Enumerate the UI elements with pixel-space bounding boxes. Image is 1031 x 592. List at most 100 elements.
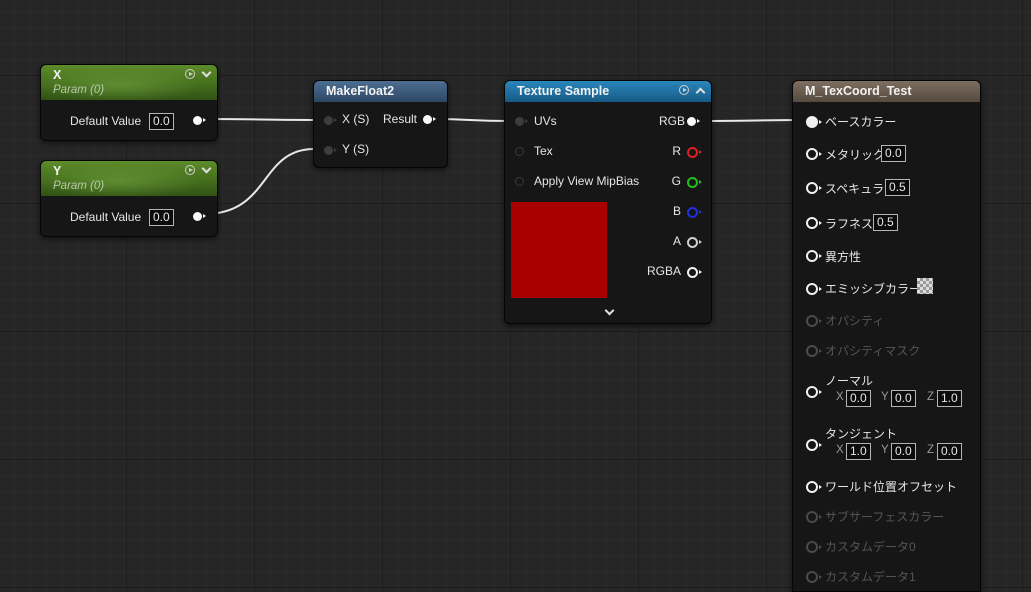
tex-label: Tex	[534, 144, 553, 158]
tangent-label: タンジェント	[825, 427, 898, 441]
normal-label: ノーマル	[825, 374, 874, 388]
tangent-x-label: X	[836, 444, 844, 456]
opacity-label: オパシティ	[825, 314, 885, 328]
input-x-label: X (S)	[342, 112, 370, 126]
rgb-pin[interactable]	[687, 117, 700, 126]
param-y-title: Y	[53, 164, 62, 178]
uvs-label: UVs	[534, 114, 557, 128]
base-color-label: ベースカラー	[825, 115, 897, 129]
a-pin[interactable]	[687, 237, 702, 248]
makefloat2-title: MakeFloat2	[326, 84, 395, 98]
wire-y-to-makefloat	[204, 148, 315, 215]
tangent-y-field[interactable]: 0.0	[891, 443, 916, 460]
output-pin[interactable]	[193, 116, 206, 125]
anisotropy-pin[interactable]	[806, 250, 822, 262]
tangent-y-label: Y	[881, 444, 889, 456]
rgb-label: RGB	[658, 114, 685, 128]
default-value-label: Default Value	[70, 114, 142, 128]
wpo-pin[interactable]	[806, 481, 822, 493]
custom0-pin[interactable]	[806, 541, 822, 553]
specular-field[interactable]: 0.5	[885, 179, 910, 196]
material-title: M_TexCoord_Test	[805, 84, 912, 98]
roughness-pin[interactable]	[806, 217, 822, 229]
default-value-field[interactable]: 0.0	[149, 209, 174, 226]
metallic-field[interactable]: 0.0	[881, 145, 906, 162]
rgba-pin[interactable]	[687, 267, 702, 278]
texture-sample-title: Texture Sample	[517, 84, 610, 98]
subsurface-label: サブサーフェスカラー	[825, 510, 945, 524]
param-x-title: X	[53, 68, 62, 82]
input-pin-y[interactable]	[324, 146, 337, 155]
param-y-header[interactable]: Y Param (0)	[41, 161, 217, 196]
param-y-node[interactable]: Y Param (0) Default Value 0.0	[40, 160, 218, 237]
output-pin[interactable]	[193, 212, 206, 221]
metallic-label: メタリック	[825, 148, 886, 162]
input-pin-x[interactable]	[324, 116, 337, 125]
chevron-down-icon[interactable]	[604, 307, 614, 317]
normal-x-label: X	[836, 391, 844, 403]
makefloat2-node[interactable]: MakeFloat2 X (S) Result Y (S)	[313, 80, 448, 168]
anisotropy-label: 異方性	[825, 250, 862, 264]
preview-icon[interactable]	[679, 85, 689, 95]
opacity-mask-pin[interactable]	[806, 345, 822, 357]
normal-y-label: Y	[881, 391, 889, 403]
result-pin[interactable]	[423, 115, 436, 124]
chevron-up-icon[interactable]	[695, 85, 705, 95]
default-value-field[interactable]: 0.0	[149, 113, 174, 130]
specular-label: スペキュラ	[825, 182, 885, 196]
tangent-pin[interactable]	[806, 439, 822, 451]
mipbias-pin[interactable]	[515, 177, 524, 186]
custom1-pin[interactable]	[806, 571, 822, 583]
r-pin[interactable]	[687, 147, 702, 158]
normal-x-field[interactable]: 0.0	[846, 390, 871, 407]
b-pin[interactable]	[687, 207, 702, 218]
uvs-pin[interactable]	[515, 117, 528, 126]
custom0-label: カスタムデータ0	[825, 540, 916, 554]
base-color-pin[interactable]	[806, 116, 822, 128]
a-label: A	[672, 234, 681, 248]
material-node[interactable]: M_TexCoord_Test ベースカラー メタリック 0.0 スペキュラ 0…	[792, 80, 981, 592]
opacity-pin[interactable]	[806, 315, 822, 327]
makefloat2-header[interactable]: MakeFloat2	[314, 81, 447, 102]
wpo-label: ワールド位置オフセット	[825, 480, 958, 494]
material-header[interactable]: M_TexCoord_Test	[793, 81, 980, 102]
wire-x-to-makefloat	[204, 118, 315, 121]
param-x-subtitle: Param (0)	[53, 84, 105, 96]
preview-icon[interactable]	[185, 69, 195, 79]
normal-z-label: Z	[927, 391, 935, 403]
normal-z-field[interactable]: 1.0	[937, 390, 962, 407]
metallic-pin[interactable]	[806, 148, 822, 160]
specular-pin[interactable]	[806, 182, 822, 194]
tangent-x-field[interactable]: 1.0	[846, 443, 871, 460]
b-label: B	[672, 204, 681, 218]
texture-sample-node[interactable]: Texture Sample UVs Tex Apply View MipBia…	[504, 80, 712, 324]
normal-y-field[interactable]: 0.0	[891, 390, 916, 407]
texture-sample-header[interactable]: Texture Sample	[505, 81, 711, 102]
roughness-field[interactable]: 0.5	[873, 214, 898, 231]
roughness-label: ラフネス	[825, 217, 874, 231]
g-pin[interactable]	[687, 177, 702, 188]
emissive-swatch[interactable]	[917, 278, 933, 294]
tex-pin[interactable]	[515, 147, 524, 156]
param-y-subtitle: Param (0)	[53, 180, 105, 192]
input-y-label: Y (S)	[342, 142, 370, 156]
emissive-label: エミッシブカラー	[825, 282, 922, 296]
wire-rgb-to-basecolor	[697, 119, 807, 122]
param-x-header[interactable]: X Param (0)	[41, 65, 217, 100]
default-value-label: Default Value	[70, 210, 142, 224]
normal-pin[interactable]	[806, 386, 822, 398]
result-label: Result	[383, 112, 418, 126]
opacity-mask-label: オパシティマスク	[825, 344, 921, 358]
chevron-down-icon[interactable]	[201, 165, 211, 175]
r-label: R	[672, 144, 681, 158]
preview-icon[interactable]	[185, 165, 195, 175]
subsurface-pin[interactable]	[806, 511, 822, 523]
texture-preview	[511, 202, 607, 298]
chevron-down-icon[interactable]	[201, 69, 211, 79]
g-label: G	[671, 174, 681, 188]
mipbias-label: Apply View MipBias	[534, 174, 640, 188]
tangent-z-label: Z	[927, 444, 935, 456]
tangent-z-field[interactable]: 0.0	[937, 443, 962, 460]
emissive-pin[interactable]	[806, 283, 822, 295]
param-x-node[interactable]: X Param (0) Default Value 0.0	[40, 64, 218, 141]
